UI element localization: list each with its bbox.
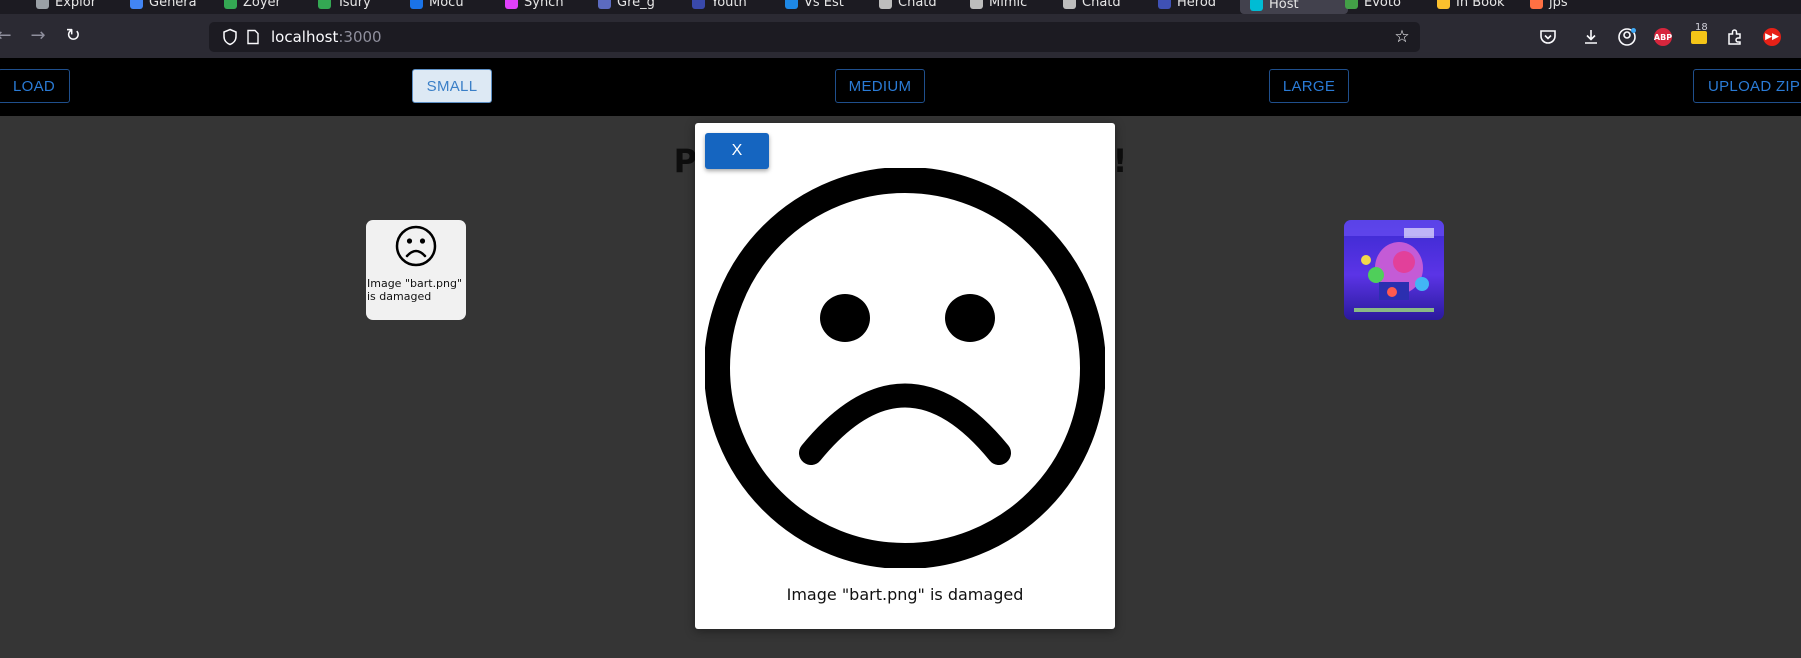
page-icon[interactable] (245, 29, 261, 45)
browser-tab[interactable]: In Book (1437, 0, 1505, 12)
tab-favicon-icon (1063, 0, 1076, 9)
tab-favicon-icon (1437, 0, 1450, 9)
medium-size-button[interactable]: MEDIUM (835, 69, 925, 103)
browser-tab[interactable]: Youth (692, 0, 747, 12)
close-modal-button[interactable]: X (705, 133, 769, 169)
browser-tab[interactable]: Vs Est (785, 0, 844, 12)
reload-icon[interactable]: ↻ (61, 24, 85, 48)
tab-favicon-icon (410, 0, 423, 9)
thumbnail-poster-image[interactable] (1344, 220, 1444, 320)
video-speed-icon[interactable]: ▶▶ (1761, 26, 1783, 48)
tab-favicon-icon (1345, 0, 1358, 9)
tab-favicon-icon (1158, 0, 1171, 9)
browser-tab[interactable]: Zoyer (224, 0, 281, 12)
load-button[interactable]: LOAD (0, 69, 70, 103)
tab-favicon-icon (1530, 0, 1543, 9)
tab-favicon-icon (598, 0, 611, 9)
broken-image-text: Image "bart.png" is damaged (367, 277, 463, 303)
browser-tab[interactable]: Evoto (1345, 0, 1401, 12)
extensions-puzzle-icon[interactable] (1724, 26, 1746, 48)
browser-tab[interactable]: Tsury (318, 0, 371, 12)
tab-favicon-icon (130, 0, 143, 9)
tab-favicon-icon (36, 0, 49, 9)
browser-tab-active[interactable]: Host (1240, 0, 1348, 14)
app-toolbar: LOAD SMALL MEDIUM LARGE UPLOAD ZIP (0, 58, 1801, 116)
extension-count-badge: 18 (1695, 22, 1708, 33)
browser-tab[interactable]: Chatd (879, 0, 937, 12)
small-size-button[interactable]: SMALL (412, 69, 492, 103)
tab-favicon-icon (224, 0, 237, 9)
sad-face-icon (395, 225, 437, 267)
adblock-plus-icon[interactable]: ABP (1652, 26, 1674, 48)
browser-tab[interactable]: Gre_g (598, 0, 655, 12)
browser-tab[interactable]: Explor (36, 0, 96, 12)
tab-favicon-icon (1250, 0, 1263, 11)
download-icon[interactable] (1580, 26, 1602, 48)
pocket-icon[interactable] (1537, 26, 1559, 48)
tab-favicon-icon (785, 0, 798, 9)
thumbnail-broken-image[interactable]: Image "bart.png" is damaged (366, 220, 466, 320)
large-size-button[interactable]: LARGE (1269, 69, 1349, 103)
browser-tab[interactable]: Genera (130, 0, 197, 12)
account-icon[interactable] (1616, 26, 1638, 48)
sad-face-icon (705, 168, 1105, 568)
browser-tab[interactable]: Herod (1158, 0, 1216, 12)
browser-tab[interactable]: Mimic (970, 0, 1027, 12)
browser-tab[interactable]: Mocu (410, 0, 464, 12)
browser-nav-bar: ← → ↻ localhost:3000 ☆ ABP 18 ▶▶ (0, 14, 1801, 58)
image-modal: X Image "bart.png" is damaged (695, 123, 1115, 629)
movie-poster-image (1344, 220, 1444, 320)
modal-caption: Image "bart.png" is damaged (786, 585, 1024, 604)
tab-favicon-icon (970, 0, 983, 9)
browser-tab[interactable]: Chatd (1063, 0, 1121, 12)
abp-badge: ABP (1654, 28, 1672, 46)
tab-favicon-icon (318, 0, 331, 9)
browser-tab-strip: Explor Genera Zoyer Tsury Mocu Synch Gre… (0, 0, 1801, 14)
tab-favicon-icon (692, 0, 705, 9)
browser-tab[interactable]: Synch (505, 0, 564, 12)
shield-icon[interactable] (221, 28, 239, 46)
address-bar[interactable]: localhost:3000 ☆ (209, 22, 1420, 52)
url-port: :3000 (338, 28, 382, 46)
address-url[interactable]: localhost:3000 (271, 22, 382, 52)
tab-favicon-icon (505, 0, 518, 9)
back-icon[interactable]: ← (0, 24, 16, 48)
upload-zip-button[interactable]: UPLOAD ZIP (1693, 69, 1801, 103)
tab-favicon-icon (879, 0, 892, 9)
url-host: localhost (271, 28, 339, 46)
bookmark-star-icon[interactable]: ☆ (1392, 27, 1412, 47)
browser-tab[interactable]: jps (1530, 0, 1568, 12)
forward-icon[interactable]: → (26, 24, 50, 48)
